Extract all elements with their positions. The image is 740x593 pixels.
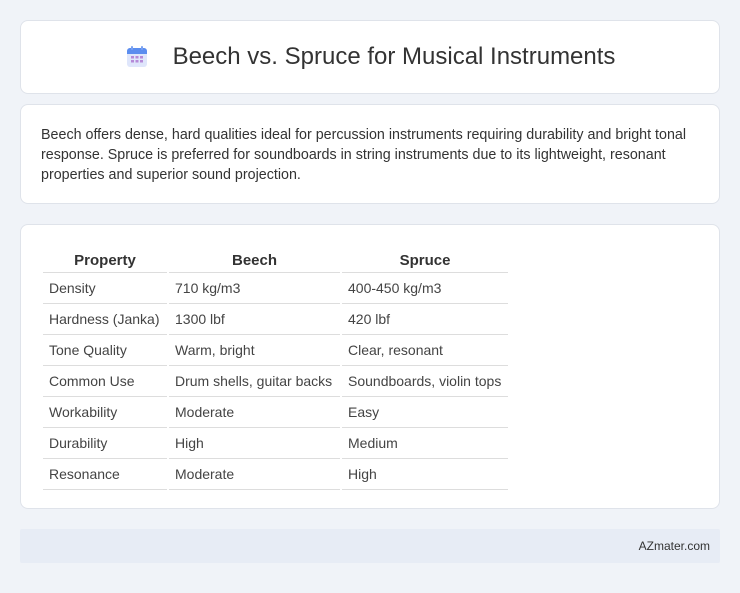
- table-row: Durability High Medium: [43, 428, 508, 459]
- cell-beech: Moderate: [169, 459, 340, 490]
- header-beech: Beech: [169, 245, 340, 273]
- description-card: Beech offers dense, hard qualities ideal…: [20, 104, 720, 204]
- table-row: Resonance Moderate High: [43, 459, 508, 490]
- cell-property: Resonance: [43, 459, 167, 490]
- cell-spruce: Easy: [342, 397, 508, 428]
- cell-property: Workability: [43, 397, 167, 428]
- cell-property: Tone Quality: [43, 335, 167, 366]
- page-title: Beech vs. Spruce for Musical Instruments: [172, 43, 616, 70]
- header-spruce: Spruce: [342, 245, 508, 273]
- cell-beech: Drum shells, guitar backs: [169, 366, 340, 397]
- description-text: Beech offers dense, hard qualities ideal…: [41, 127, 687, 183]
- cell-beech: High: [169, 428, 340, 459]
- footer-site-link[interactable]: AZmater.com: [639, 539, 710, 553]
- cell-beech: 1300 lbf: [169, 304, 340, 335]
- cell-property: Durability: [43, 428, 167, 459]
- cell-spruce: 420 lbf: [342, 304, 508, 335]
- footer-bar: AZmater.com: [20, 529, 720, 563]
- table-row: Density 710 kg/m3 400-450 kg/m3: [43, 273, 508, 304]
- cell-property: Common Use: [43, 366, 167, 397]
- cell-beech: Warm, bright: [169, 335, 340, 366]
- cell-spruce: Medium: [342, 428, 508, 459]
- comparison-card: Property Beech Spruce Density 710 kg/m3 …: [20, 224, 720, 509]
- cell-spruce: High: [342, 459, 508, 490]
- cell-property: Density: [43, 273, 167, 304]
- table-row: Tone Quality Warm, bright Clear, resonan…: [43, 335, 508, 366]
- comparison-table: Property Beech Spruce Density 710 kg/m3 …: [41, 245, 510, 490]
- cell-beech: Moderate: [169, 397, 340, 428]
- header-property: Property: [43, 245, 167, 273]
- title-card: Beech vs. Spruce for Musical Instruments: [20, 20, 720, 94]
- calendar-icon: [125, 45, 149, 69]
- table-row: Workability Moderate Easy: [43, 397, 508, 428]
- table-header-row: Property Beech Spruce: [43, 245, 508, 273]
- table-row: Hardness (Janka) 1300 lbf 420 lbf: [43, 304, 508, 335]
- table-row: Common Use Drum shells, guitar backs Sou…: [43, 366, 508, 397]
- cell-spruce: Clear, resonant: [342, 335, 508, 366]
- cell-property: Hardness (Janka): [43, 304, 167, 335]
- cell-beech: 710 kg/m3: [169, 273, 340, 304]
- cell-spruce: 400-450 kg/m3: [342, 273, 508, 304]
- cell-spruce: Soundboards, violin tops: [342, 366, 508, 397]
